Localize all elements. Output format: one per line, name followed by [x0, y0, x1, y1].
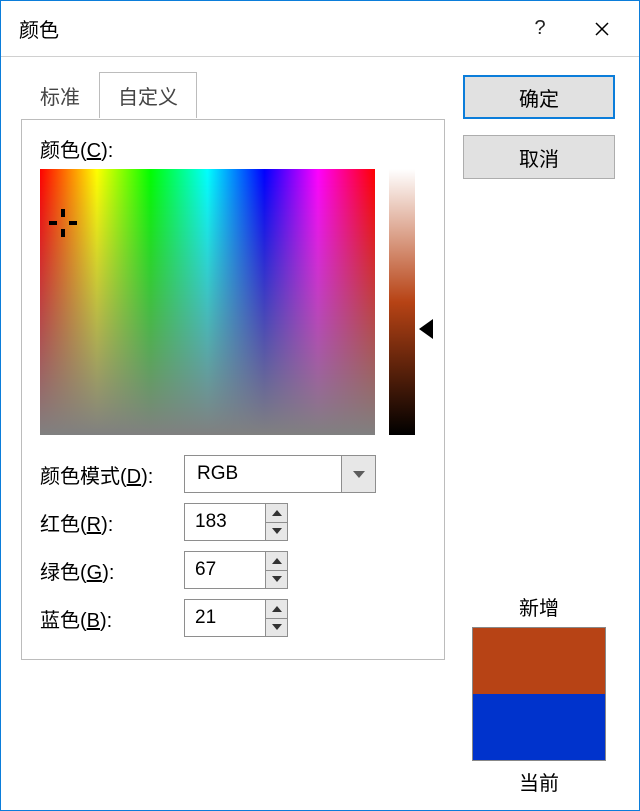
- blue-down-button[interactable]: [266, 618, 287, 637]
- color-model-label: 颜色模式(D):: [40, 460, 170, 489]
- chevron-down-icon: [272, 576, 282, 582]
- color-model-row: 颜色模式(D): RGB: [40, 455, 426, 493]
- blue-value[interactable]: 21: [185, 600, 265, 636]
- title-bar: 颜色 ?: [1, 1, 639, 57]
- new-label: 新增: [519, 592, 559, 621]
- right-panel: 确定 取消 新增 当前: [459, 75, 619, 800]
- blue-up-button[interactable]: [266, 600, 287, 618]
- tab-standard[interactable]: 标准: [21, 72, 99, 118]
- green-up-button[interactable]: [266, 552, 287, 570]
- green-label: 绿色(G):: [40, 556, 170, 585]
- chevron-down-icon: [272, 528, 282, 534]
- blue-label: 蓝色(B):: [40, 604, 170, 633]
- blue-row: 蓝色(B): 21: [40, 599, 426, 637]
- green-value[interactable]: 67: [185, 552, 265, 588]
- chevron-up-icon: [272, 606, 282, 612]
- luminance-arrow-icon: [419, 319, 433, 339]
- chevron-down-icon: [353, 471, 365, 478]
- current-color-swatch: [473, 694, 605, 760]
- cancel-button[interactable]: 取消: [463, 135, 615, 179]
- chevron-up-icon: [272, 510, 282, 516]
- tab-custom[interactable]: 自定义: [99, 72, 197, 118]
- color-preview: [472, 627, 606, 761]
- red-value[interactable]: 183: [185, 504, 265, 540]
- blue-spinner[interactable]: 21: [184, 599, 288, 637]
- left-panel: 标准 自定义 颜色(C):: [21, 75, 445, 800]
- red-up-button[interactable]: [266, 504, 287, 522]
- colors-label: 颜色(C):: [40, 134, 426, 163]
- color-dialog: 颜色 ? 标准 自定义 颜色(C):: [0, 0, 640, 811]
- color-model-select[interactable]: RGB: [184, 455, 376, 493]
- red-spinner[interactable]: 183: [184, 503, 288, 541]
- dialog-title: 颜色: [19, 14, 509, 43]
- close-icon: [594, 21, 610, 37]
- custom-tab-pane: 颜色(C):: [21, 119, 445, 660]
- chevron-up-icon: [272, 558, 282, 564]
- hue-sat-field[interactable]: [40, 169, 375, 435]
- red-row: 红色(R): 183: [40, 503, 426, 541]
- green-spinner[interactable]: 67: [184, 551, 288, 589]
- dialog-body: 标准 自定义 颜色(C):: [1, 57, 639, 810]
- current-label: 当前: [519, 767, 559, 796]
- luminance-strip: [389, 169, 415, 435]
- dropdown-button[interactable]: [341, 456, 375, 492]
- close-button[interactable]: [571, 1, 633, 57]
- green-down-button[interactable]: [266, 570, 287, 589]
- color-model-value: RGB: [185, 463, 341, 485]
- chevron-down-icon: [272, 624, 282, 630]
- color-picker-area: [40, 169, 426, 435]
- tab-strip: 标准 自定义: [21, 75, 445, 117]
- ok-button[interactable]: 确定: [463, 75, 615, 119]
- red-label: 红色(R):: [40, 508, 170, 537]
- green-row: 绿色(G): 67: [40, 551, 426, 589]
- luminance-slider[interactable]: [389, 169, 423, 435]
- help-button[interactable]: ?: [509, 1, 571, 57]
- new-color-swatch: [473, 628, 605, 694]
- red-down-button[interactable]: [266, 522, 287, 541]
